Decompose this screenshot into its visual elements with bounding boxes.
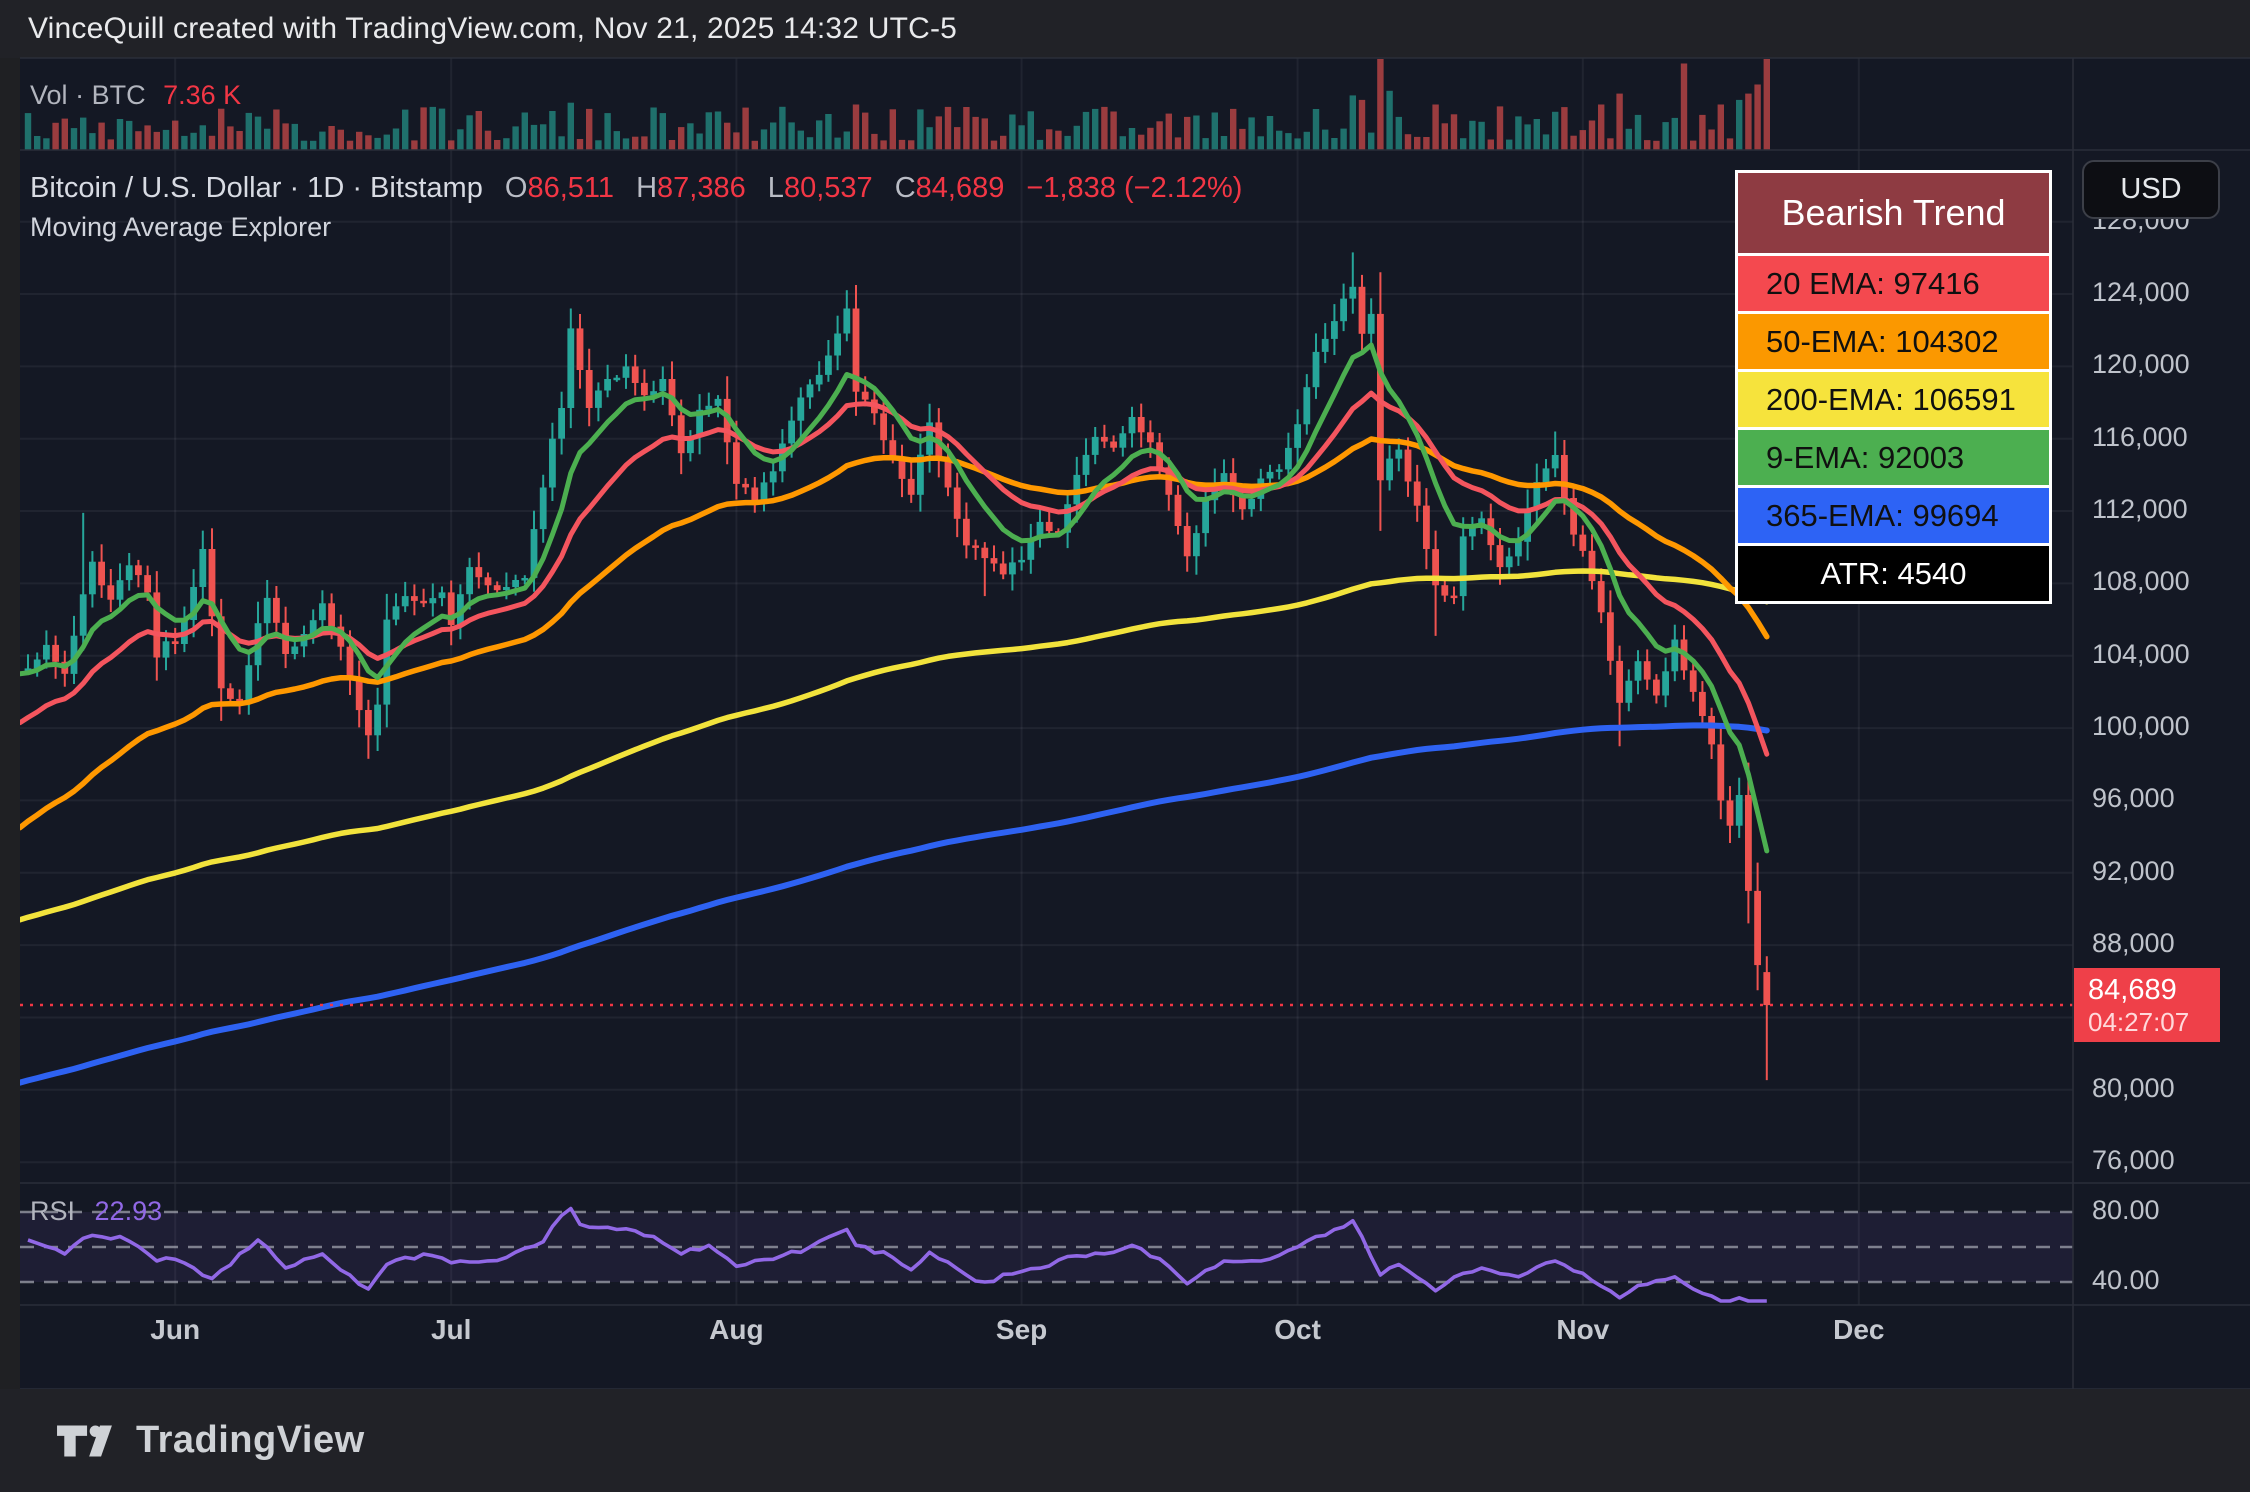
legend-row-ema365: 365-EMA: 99694 <box>1738 488 2049 543</box>
rsi-label: RSI <box>30 1196 76 1226</box>
last-price-tag: 84,689 04:27:07 <box>2074 968 2220 1042</box>
time-axis-label: Dec <box>1833 1314 1885 1345</box>
time-axis-label: Sep <box>995 1314 1048 1345</box>
time-axis-label: Aug <box>709 1314 764 1345</box>
price-axis-label: 76,000 <box>2092 1145 2175 1176</box>
ohlc-open-value: 86,511 <box>527 172 615 204</box>
tradingview-wordmark[interactable]: TradingView <box>136 1419 365 1462</box>
last-price-value: 84,689 <box>2088 974 2177 1006</box>
trend-status-badge: Bearish Trend <box>1738 173 2049 253</box>
trend-legend-box: Bearish Trend 20 EMA: 97416 50-EMA: 1043… <box>1735 170 2052 604</box>
ohlc-close-value: 84,689 <box>915 172 1005 204</box>
price-axis-label: 96,000 <box>2092 783 2175 814</box>
ohlc-low-value: 80,537 <box>783 172 873 204</box>
price-axis-label: 108,000 <box>2092 566 2190 597</box>
time-axis-label: Jul <box>430 1314 472 1345</box>
legend-row-ema50: 50-EMA: 104302 <box>1738 314 2049 369</box>
legend-row-ema9: 9-EMA: 92003 <box>1738 430 2049 485</box>
symbol-title: Bitcoin / U.S. Dollar · 1D · Bitstamp <box>30 172 483 204</box>
legend-row-atr: ATR: 4540 <box>1738 546 2049 601</box>
symbol-title-row[interactable]: Bitcoin / U.S. Dollar · 1D · Bitstamp O8… <box>30 172 1242 205</box>
price-axis-label: 116,000 <box>2092 421 2188 452</box>
ohlc-change: −1,838 (−2.12%) <box>1026 172 1243 204</box>
tradingview-snapshot: VinceQuill created with TradingView.com,… <box>0 0 2250 1492</box>
price-axis-label: 92,000 <box>2092 855 2175 886</box>
ohlc-high-value: 87,386 <box>657 172 746 204</box>
time-axis-label: Jun <box>150 1314 201 1345</box>
ohlc-low-label: L80,537 <box>767 172 873 204</box>
price-axis-label: 120,000 <box>2092 349 2190 380</box>
ohlc-open-label: O86,511 <box>504 172 615 204</box>
price-axis-label: 80,000 <box>2092 1072 2175 1103</box>
rsi-axis-label: 40.00 <box>2092 1265 2160 1295</box>
currency-toggle-button[interactable]: USD <box>2082 160 2220 219</box>
time-axis-label: Nov <box>1556 1314 1610 1345</box>
volume-label: Vol <box>30 80 68 110</box>
indicator-title[interactable]: Moving Average Explorer <box>30 212 331 243</box>
price-axis-label: 112,000 <box>2092 494 2188 525</box>
time-axis-label: Oct <box>1274 1314 1321 1345</box>
price-axis-label: 100,000 <box>2092 711 2190 742</box>
price-axis-label: 124,000 <box>2092 277 2190 307</box>
footer-bar: TradingView <box>0 1389 2250 1492</box>
price-axis-label: 104,000 <box>2092 638 2190 669</box>
rsi-value: 22.93 <box>94 1196 163 1226</box>
ohlc-high-label: H87,386 <box>636 172 746 204</box>
rsi-legend[interactable]: RSI 22.93 <box>30 1196 162 1227</box>
volume-symbol: BTC <box>91 80 146 110</box>
rsi-axis-label: 80.00 <box>2092 1195 2160 1225</box>
ohlc-close-label: C84,689 <box>894 172 1005 204</box>
legend-row-ema200: 200-EMA: 106591 <box>1738 372 2049 427</box>
volume-dot: · <box>75 80 85 110</box>
price-axis-label: 88,000 <box>2092 928 2175 959</box>
volume-value: 7.36 K <box>163 80 242 110</box>
legend-row-ema20: 20 EMA: 97416 <box>1738 256 2049 311</box>
bar-countdown: 04:27:07 <box>2088 1007 2190 1037</box>
volume-legend[interactable]: Vol · BTC 7.36 K <box>30 80 241 111</box>
tradingview-logo-icon[interactable] <box>56 1421 114 1461</box>
